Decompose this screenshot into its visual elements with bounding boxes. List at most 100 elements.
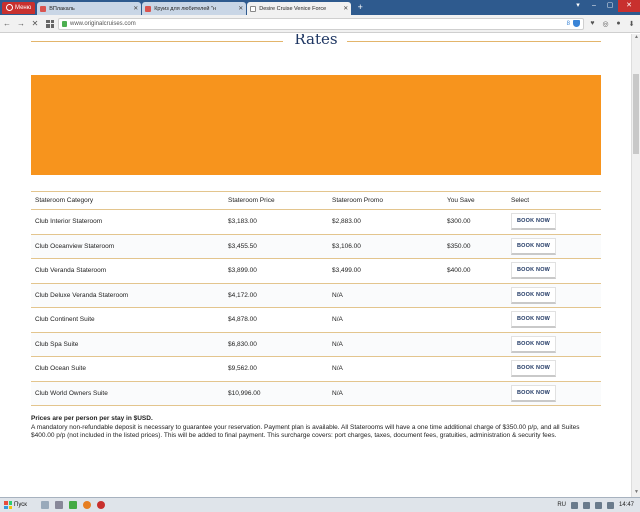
tab-menu-icon[interactable]: ▾ xyxy=(570,0,586,12)
download-icon[interactable]: ⬇ xyxy=(627,20,636,28)
book-now-button[interactable]: BOOK NOW xyxy=(511,335,557,353)
tray-icon[interactable] xyxy=(582,501,590,509)
stateroom-category: Club Continent Suite xyxy=(31,307,224,333)
browser-tab[interactable]: ВПлакаль ✕ xyxy=(37,2,142,15)
table-row: Club Ocean Suite $9,562.00 N/A BOOK NOW xyxy=(31,356,601,382)
window-close-icon[interactable]: ✕ xyxy=(618,0,640,12)
stateroom-price: $9,562.00 xyxy=(224,356,328,382)
stateroom-price: $3,455.50 xyxy=(224,234,328,259)
stateroom-category: Club Veranda Stateroom xyxy=(31,258,224,284)
browser-tab-active[interactable]: Desire Cruise Venice Force ✕ xyxy=(247,2,352,15)
menu-label: Меню xyxy=(15,4,32,11)
section-title: Rates xyxy=(31,34,601,48)
browser-menu-button[interactable]: Меню xyxy=(2,1,36,14)
maximize-icon[interactable]: ▢ xyxy=(602,0,618,12)
browser-tab[interactable]: Круиз для любителей "н ✕ xyxy=(142,2,247,15)
window-controls: ▾ – ▢ ✕ xyxy=(570,0,640,15)
heart-icon[interactable]: ♥ xyxy=(588,20,597,28)
stateroom-category: Club Interior Stateroom xyxy=(31,209,224,235)
select-cell: BOOK NOW xyxy=(507,332,601,357)
you-save xyxy=(443,381,507,406)
account-icon[interactable]: ● xyxy=(614,20,623,28)
tab-title: Круиз для любителей "н xyxy=(154,5,216,12)
url-text[interactable]: www.originalcruises.com xyxy=(70,21,564,27)
table-row: Club Interior Stateroom $3,183.00 $2,883… xyxy=(31,209,601,235)
you-save: $350.00 xyxy=(443,234,507,259)
notes-body: A mandatory non-refundable deposit is ne… xyxy=(31,423,580,440)
stateroom-promo: N/A xyxy=(328,332,443,357)
you-save xyxy=(443,332,507,357)
book-now-button[interactable]: BOOK NOW xyxy=(511,237,557,255)
book-now-button[interactable]: BOOK NOW xyxy=(511,384,557,402)
adblock-shield-icon[interactable] xyxy=(573,20,580,27)
windows-logo-icon xyxy=(4,501,12,509)
explorer-icon[interactable] xyxy=(40,501,49,509)
vpn-badge-icon[interactable]: 8 xyxy=(567,21,570,27)
stateroom-promo: N/A xyxy=(328,283,443,308)
firefox-icon[interactable] xyxy=(82,501,91,509)
tab-close-icon[interactable]: ✕ xyxy=(238,5,243,12)
book-now-button[interactable]: BOOK NOW xyxy=(511,262,557,280)
forward-icon[interactable]: → xyxy=(14,19,28,28)
quick-launch xyxy=(40,501,105,509)
stateroom-price: $6,830.00 xyxy=(224,332,328,357)
network-icon[interactable] xyxy=(594,501,602,509)
speed-dial-icon[interactable] xyxy=(46,19,54,28)
you-save xyxy=(443,307,507,333)
app-icon[interactable] xyxy=(68,501,77,509)
address-toolbar: ← → ✕ www.originalcruises.com 8 ♥ ◎ ● ⬇ xyxy=(0,15,640,33)
site-favicon-icon xyxy=(40,5,47,12)
system-tray: RU 14:47 xyxy=(557,501,640,509)
you-save xyxy=(443,283,507,308)
table-row: Club World Owners Suite $10,996.00 N/A B… xyxy=(31,381,601,406)
url-bar[interactable]: www.originalcruises.com 8 xyxy=(58,17,584,30)
back-icon[interactable]: ← xyxy=(0,19,14,28)
stop-icon[interactable]: ✕ xyxy=(28,19,42,28)
tab-title: Desire Cruise Venice Force xyxy=(259,5,327,12)
stateroom-category: Club Ocean Suite xyxy=(31,356,224,382)
scroll-down-icon[interactable]: ▼ xyxy=(632,489,640,497)
table-row: Club Spa Suite $6,830.00 N/A BOOK NOW xyxy=(31,332,601,357)
toolbar-icons: ♥ ◎ ● ⬇ xyxy=(588,20,636,28)
column-header: Select xyxy=(507,191,601,210)
stateroom-promo: $2,883.00 xyxy=(328,209,443,235)
select-cell: BOOK NOW xyxy=(507,209,601,235)
book-now-button[interactable]: BOOK NOW xyxy=(511,360,557,378)
scrollbar-thumb[interactable] xyxy=(633,74,639,154)
language-indicator[interactable]: RU xyxy=(557,502,566,508)
app-icon[interactable] xyxy=(54,501,63,509)
stateroom-promo: N/A xyxy=(328,307,443,333)
rates-table: Stateroom Category Stateroom Price State… xyxy=(31,191,601,406)
volume-icon[interactable] xyxy=(606,501,614,509)
you-save: $300.00 xyxy=(443,209,507,235)
table-row: Club Oceanview Stateroom $3,455.50 $3,10… xyxy=(31,234,601,259)
snapshot-icon[interactable]: ◎ xyxy=(601,20,610,28)
clock[interactable]: 14:47 xyxy=(619,502,634,508)
new-tab-button[interactable]: + xyxy=(354,2,366,13)
column-header: Stateroom Category xyxy=(31,191,224,210)
browser-tab-strip: Меню ВПлакаль ✕ Круиз для любителей "н ✕… xyxy=(0,0,640,15)
stateroom-price: $10,996.00 xyxy=(224,381,328,406)
scroll-up-icon[interactable]: ▲ xyxy=(632,34,640,42)
you-save xyxy=(443,356,507,382)
start-label: Пуск xyxy=(14,502,27,508)
tab-close-icon[interactable]: ✕ xyxy=(133,5,138,12)
book-now-button[interactable]: BOOK NOW xyxy=(511,286,557,304)
stateroom-price: $4,172.00 xyxy=(224,283,328,308)
book-now-button[interactable]: BOOK NOW xyxy=(511,311,557,329)
tray-icon[interactable] xyxy=(570,501,578,509)
vertical-scrollbar[interactable]: ▲ ▼ xyxy=(631,34,640,497)
stateroom-price: $4,878.00 xyxy=(224,307,328,333)
tab-close-icon[interactable]: ✕ xyxy=(343,5,348,12)
select-cell: BOOK NOW xyxy=(507,356,601,382)
select-cell: BOOK NOW xyxy=(507,258,601,284)
site-info-icon[interactable] xyxy=(62,20,67,27)
minimize-icon[interactable]: – xyxy=(586,0,602,12)
page-title: Rates xyxy=(294,34,338,48)
stateroom-promo: N/A xyxy=(328,381,443,406)
book-now-button[interactable]: BOOK NOW xyxy=(511,213,557,231)
start-button[interactable]: Пуск xyxy=(0,499,31,512)
table-row: Club Continent Suite $4,878.00 N/A BOOK … xyxy=(31,307,601,333)
opera-icon[interactable] xyxy=(96,501,105,509)
loading-spinner-icon xyxy=(250,5,257,12)
